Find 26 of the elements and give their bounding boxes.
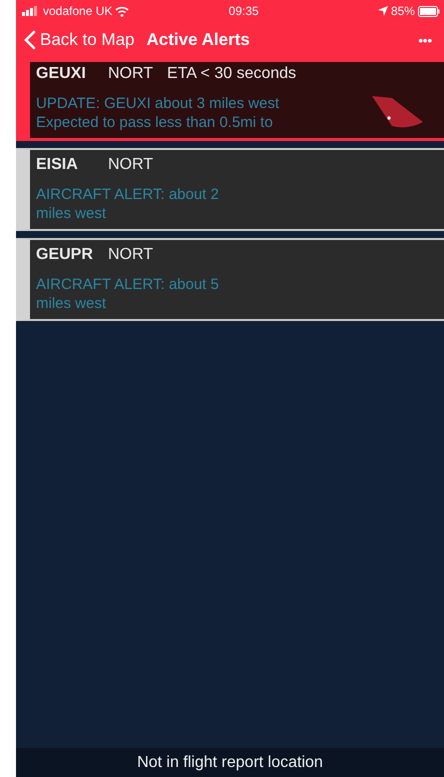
signal-icon (22, 6, 38, 16)
eta-text: ETA < 30 seconds (167, 65, 296, 83)
alert-message: AIRCRAFT ALERT: about 5 miles west (36, 275, 219, 313)
chevron-icon (24, 30, 36, 50)
battery-icon (418, 6, 440, 16)
back-button[interactable]: Back to Map (24, 30, 134, 50)
callsign: GEUPR (36, 246, 94, 264)
alert-type: NORT (108, 65, 154, 83)
location-arrow-icon (378, 6, 388, 16)
clock-time: 09:35 (228, 4, 259, 18)
battery-percent: 85% (390, 4, 415, 18)
alert-card[interactable]: GEUPR NORT AIRCRAFT ALERT: about 5 miles west (16, 238, 444, 321)
wifi-icon (115, 6, 130, 16)
more-button[interactable]: ••• (414, 32, 436, 48)
alert-message: UPDATE: GEUXI about 3 miles west Expected to pass less than 0.5mi to (36, 94, 280, 132)
alert-type: NORT (108, 246, 154, 264)
sector-drawing (372, 96, 424, 130)
alert-card[interactable]: EISIA NORT AIRCRAFT ALERT: about 2 miles west (16, 148, 444, 231)
alert-card[interactable]: GEUXI NORT ETA < 30 seconds UPDATE: GEUXI about 3 miles west Expected to pass less than 0.5mi to (16, 58, 444, 141)
alert-message: AIRCRAFT ALERT: about 2 miles west (36, 185, 219, 223)
callsign: GEUXI (36, 65, 87, 83)
alert-type: NORT (108, 156, 154, 174)
screen-title: Active Alerts (146, 30, 251, 50)
callsign: EISIA (36, 156, 79, 174)
carrier-name: vodafone UK (43, 4, 112, 18)
location-status: Not in flight report location (137, 754, 323, 772)
